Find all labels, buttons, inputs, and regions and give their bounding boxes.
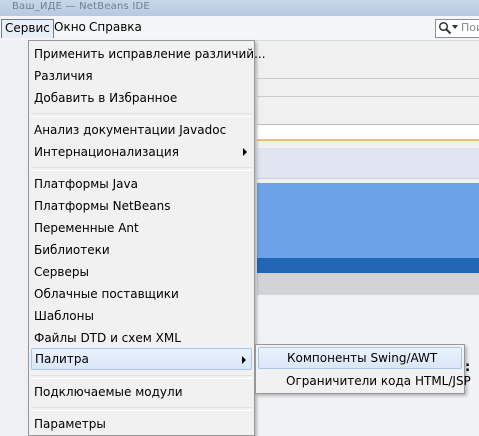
- menu-item-ant-variables[interactable]: Переменные Ant: [31, 217, 252, 239]
- menu-item-cloud-providers[interactable]: Облачные поставщики: [31, 283, 252, 305]
- menu-item-plugins[interactable]: Подключаемые модули: [31, 381, 252, 403]
- menu-item-label: Палитра: [35, 352, 89, 366]
- tools-menu: Применить исправление различий... Различ…: [28, 40, 266, 436]
- menu-item-servers[interactable]: Серверы: [31, 261, 252, 283]
- left-edge-panel: [0, 40, 28, 436]
- window-title: Ваш_ИДЕ — NetBeans IDE: [12, 1, 150, 12]
- menu-window[interactable]: Окно: [51, 19, 89, 36]
- menu-separator: [31, 167, 252, 171]
- menu-item-javadoc-analyze[interactable]: Анализ документации Javadoc: [31, 119, 252, 141]
- menu-item-netbeans-platforms[interactable]: Платформы NetBeans: [31, 195, 252, 217]
- background-field: [257, 124, 479, 141]
- background-gray-bar: [257, 273, 479, 295]
- menu-help[interactable]: Справка: [86, 19, 145, 36]
- background-selection-bar: [257, 258, 479, 273]
- search-input[interactable]: Пои: [435, 19, 479, 38]
- chevron-down-icon[interactable]: [452, 25, 458, 29]
- background-header-band: [257, 148, 479, 179]
- submenu-item-swing-awt[interactable]: Компоненты Swing/AWT: [258, 347, 462, 369]
- background-selection-area: [257, 183, 479, 258]
- menu-item-internationalization[interactable]: Интернационализация: [31, 141, 252, 163]
- menu-item-templates[interactable]: Шаблоны: [31, 305, 252, 327]
- menu-item-java-platforms[interactable]: Платформы Java: [31, 173, 252, 195]
- menu-item-libraries[interactable]: Библиотеки: [31, 239, 252, 261]
- menu-item-palette[interactable]: Палитра: [31, 348, 252, 370]
- menu-separator: [31, 407, 252, 411]
- menu-separator: [31, 113, 252, 117]
- search-icon: [438, 21, 452, 35]
- palette-submenu: Компоненты Swing/AWT Ограничители кода H…: [255, 344, 471, 394]
- chevron-right-icon: [242, 356, 246, 364]
- menu-item-apply-diff[interactable]: Применить исправление различий...: [31, 43, 266, 65]
- menu-item-add-favorites[interactable]: Добавить в Избранное: [31, 87, 252, 109]
- chevron-right-icon: [243, 148, 247, 156]
- menu-bar: Сервис Окно Справка: [0, 16, 479, 41]
- menu-separator: [31, 375, 252, 379]
- menu-item-options[interactable]: Параметры: [31, 413, 252, 435]
- search-placeholder: Пои: [461, 21, 479, 34]
- menu-item-diff[interactable]: Различия: [31, 65, 252, 87]
- menu-tools[interactable]: Сервис: [1, 19, 54, 38]
- window-titlebar: Ваш_ИДЕ — NetBeans IDE: [0, 0, 479, 16]
- submenu-item-html-jsp[interactable]: Ограничители кода HTML/JSP: [258, 370, 471, 392]
- menu-item-dtd-xml-schemas[interactable]: Файлы DTD и схем XML: [31, 327, 252, 349]
- toolbar-divider: [257, 78, 479, 79]
- toolbar-divider: [257, 96, 479, 97]
- menu-item-label: Интернационализация: [34, 145, 179, 159]
